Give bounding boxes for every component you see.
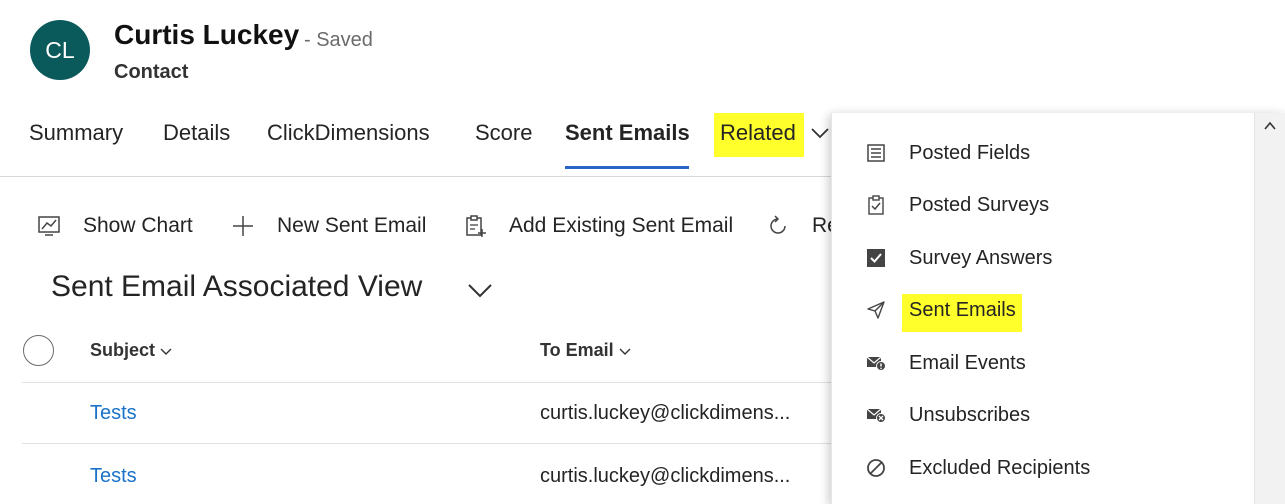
to-email-cell: curtis.luckey@clickdimens... — [540, 402, 791, 424]
add-existing-sent-email-button[interactable]: Add Existing Sent Email — [463, 210, 733, 242]
clipboard-check-icon — [868, 195, 884, 215]
menu-item-label: Survey Answers — [909, 246, 1053, 269]
new-sent-email-button[interactable]: New Sent Email — [231, 210, 426, 242]
plus-icon — [233, 216, 253, 236]
menu-item-label: Posted Surveys — [909, 193, 1050, 216]
show-chart-label: Show Chart — [83, 214, 193, 237]
row-divider — [22, 382, 840, 383]
menu-item-survey-answers[interactable]: Survey Answers — [832, 233, 1255, 283]
row-divider — [22, 443, 840, 444]
menu-item-label: Unsubscribes — [909, 403, 1031, 426]
menu-item-excluded-recipients[interactable]: Excluded Recipients — [832, 443, 1255, 493]
to-email-cell: curtis.luckey@clickdimens... — [540, 465, 791, 487]
menu-item-label: Email Events — [909, 351, 1026, 374]
subject-link[interactable]: Tests — [90, 402, 137, 425]
column-header-label: To Email — [540, 340, 614, 360]
dropdown-scrollbar[interactable] — [1254, 113, 1285, 504]
subject-link[interactable]: Tests — [90, 465, 137, 488]
list-icon — [867, 144, 885, 162]
tabs-divider — [0, 176, 840, 177]
select-all-checkbox[interactable] — [23, 335, 54, 366]
checkbox-icon — [867, 249, 885, 267]
related-dropdown-menu: Posted Fields Posted Surveys Survey Answ… — [831, 113, 1285, 504]
refresh-icon — [770, 215, 786, 234]
tab-clickdimensions[interactable]: ClickDimensions — [267, 120, 430, 146]
menu-item-posted-fields[interactable]: Posted Fields — [832, 128, 1255, 178]
record-title: Curtis Luckey — [114, 19, 300, 50]
active-tab-indicator — [565, 166, 689, 169]
menu-item-sent-emails[interactable]: Sent Emails — [832, 285, 1255, 335]
send-icon — [867, 301, 885, 319]
avatar: CL — [30, 20, 90, 80]
add-existing-sent-email-label: Add Existing Sent Email — [509, 214, 734, 237]
clipboard-add-icon — [466, 215, 486, 237]
chevron-down-icon[interactable] — [466, 276, 494, 304]
menu-item-label: Excluded Recipients — [909, 456, 1091, 479]
chevron-down-icon — [160, 348, 172, 355]
tab-sent-emails[interactable]: Sent Emails — [565, 120, 690, 146]
blocked-icon — [867, 459, 885, 477]
tab-related[interactable]: Related — [720, 120, 796, 146]
menu-item-label: Posted Fields — [909, 141, 1031, 164]
column-header-label: Subject — [90, 340, 156, 360]
refresh-button[interactable]: Re — [766, 210, 839, 242]
save-status: - Saved — [304, 29, 373, 51]
show-chart-button[interactable]: Show Chart — [37, 210, 193, 242]
tab-score[interactable]: Score — [475, 120, 532, 146]
view-title[interactable]: Sent Email Associated View — [51, 270, 422, 304]
menu-item-email-events[interactable]: Email Events — [832, 338, 1255, 388]
chevron-down-icon — [619, 348, 631, 355]
chart-icon — [38, 216, 60, 236]
column-header-to-email[interactable]: To Email — [540, 340, 631, 361]
chevron-up-icon[interactable] — [1263, 119, 1277, 133]
chevron-down-icon[interactable] — [810, 123, 830, 143]
new-sent-email-label: New Sent Email — [277, 214, 427, 237]
entity-name: Contact — [114, 61, 189, 83]
menu-item-unsubscribes[interactable]: Unsubscribes — [832, 390, 1255, 440]
mail-alert-icon — [866, 356, 886, 371]
tab-list: Summary Details ClickDimensions Score Se… — [0, 112, 840, 172]
menu-item-label: Sent Emails — [909, 298, 1016, 321]
avatar-initials: CL — [45, 36, 75, 63]
column-header-subject[interactable]: Subject — [90, 340, 172, 361]
tab-summary[interactable]: Summary — [29, 120, 123, 146]
mail-remove-icon — [866, 408, 886, 423]
menu-item-posted-surveys[interactable]: Posted Surveys — [832, 180, 1255, 230]
tab-details[interactable]: Details — [163, 120, 230, 146]
